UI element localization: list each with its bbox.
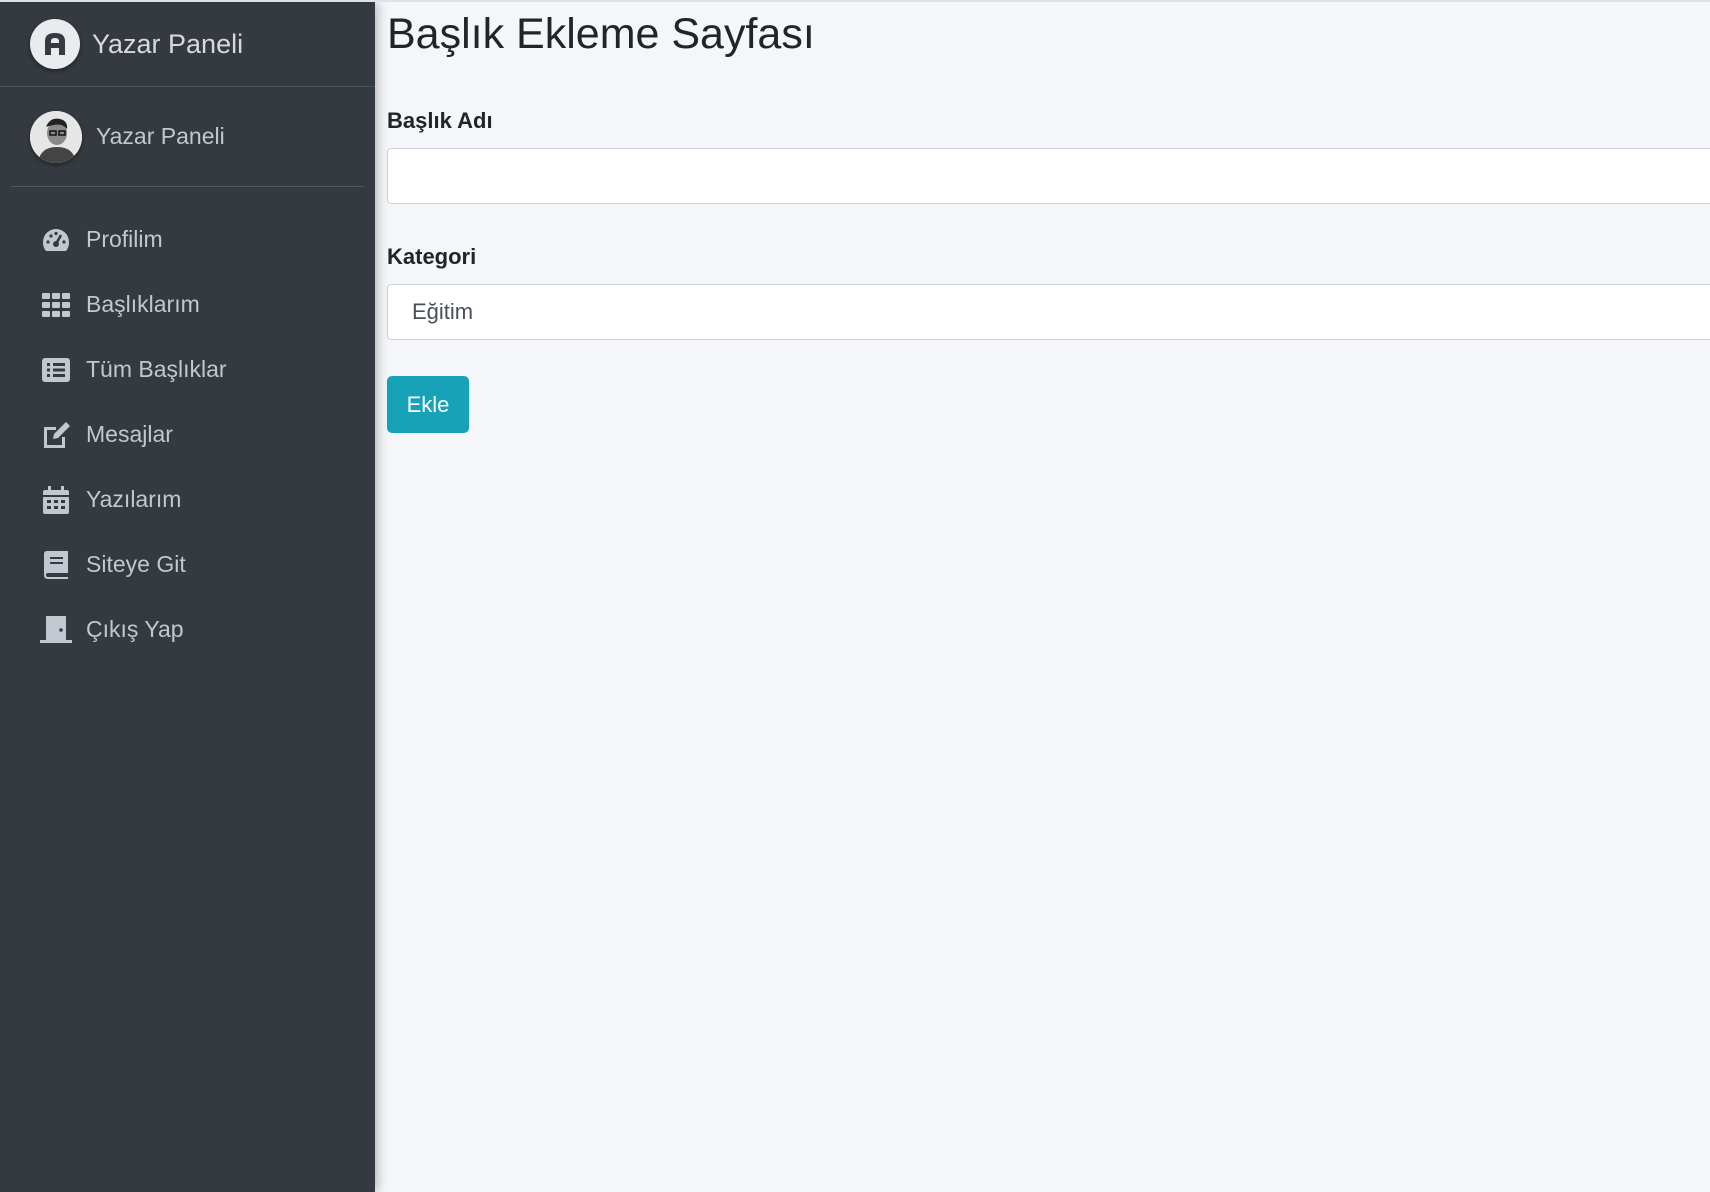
calendar-icon (40, 484, 72, 516)
sidebar-item-label: Profilim (86, 226, 163, 252)
list-icon (40, 354, 72, 386)
add-button[interactable]: Ekle (387, 376, 469, 433)
sidebar: Yazar Paneli Yazar Paneli Profilim Başlı… (0, 2, 375, 1192)
title-input[interactable] (387, 148, 1710, 204)
sidebar-nav: Profilim Başlıklarım Tüm Başlıklar Mesaj… (0, 187, 375, 662)
main-content: Başlık Ekleme Sayfası Başlık Adı Kategor… (387, 2, 1710, 433)
book-icon (40, 549, 72, 581)
brand-link[interactable]: Yazar Paneli (0, 2, 375, 87)
category-field-label: Kategori (387, 244, 477, 269)
brand-logo-icon (30, 19, 80, 69)
sidebar-item-label: Yazılarım (86, 486, 182, 512)
sidebar-item-siteye-git[interactable]: Siteye Git (0, 532, 375, 597)
sidebar-item-mesajlar[interactable]: Mesajlar (0, 402, 375, 467)
title-form-group: Başlık Adı (387, 108, 1710, 204)
user-name[interactable]: Yazar Paneli (96, 123, 225, 150)
page-title: Başlık Ekleme Sayfası (387, 10, 815, 58)
user-avatar[interactable] (30, 110, 82, 163)
door-icon (40, 614, 72, 646)
sidebar-item-label: Başlıklarım (86, 291, 200, 317)
sidebar-item-tum-basliklar[interactable]: Tüm Başlıklar (0, 337, 375, 402)
category-select[interactable]: Eğitim (387, 284, 1710, 340)
tachometer-icon (40, 224, 72, 256)
sidebar-item-label: Mesajlar (86, 421, 173, 447)
sidebar-item-cikis-yap[interactable]: Çıkış Yap (0, 597, 375, 662)
sidebar-item-label: Siteye Git (86, 551, 186, 577)
sidebar-item-yazilarim[interactable]: Yazılarım (0, 467, 375, 532)
sidebar-item-label: Çıkış Yap (86, 616, 184, 642)
sidebar-item-basliklarim[interactable]: Başlıklarım (0, 272, 375, 337)
grid-icon (40, 289, 72, 321)
sidebar-item-label: Tüm Başlıklar (86, 356, 227, 382)
category-selected-value: Eğitim (412, 299, 474, 324)
sidebar-item-profilim[interactable]: Profilim (0, 207, 375, 272)
brand-text: Yazar Paneli (92, 28, 244, 59)
title-field-label: Başlık Adı (387, 108, 493, 133)
top-border (0, 0, 1710, 2)
user-panel: Yazar Paneli (11, 87, 364, 187)
category-form-group: Kategori Eğitim (387, 244, 1710, 340)
edit-icon (40, 419, 72, 451)
